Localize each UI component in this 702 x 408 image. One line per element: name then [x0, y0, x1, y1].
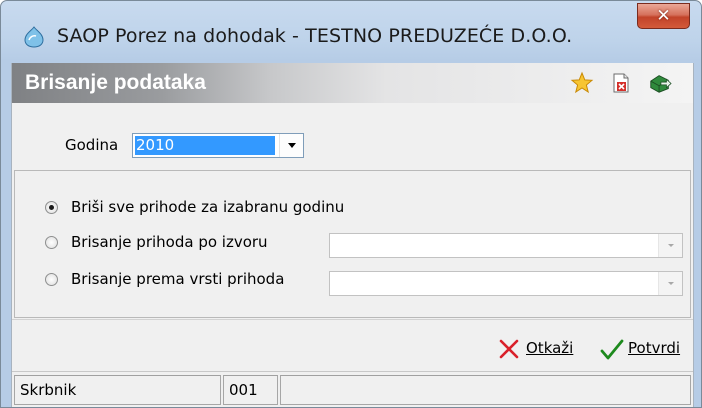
- dialog-window: SAOP Porez na dohodak - TESTNO PREDUZEĆE…: [0, 0, 702, 408]
- form-header: Brisanje podataka: [12, 63, 693, 103]
- status-code: 001: [229, 381, 258, 399]
- cancel-label: Otkaži: [526, 339, 574, 357]
- checkmark-icon: [600, 339, 624, 360]
- option-delete-all-label: Briši sve prihode za izabranu godinu: [71, 198, 345, 216]
- option-delete-by-source-label: Brisanje prihoda po izvoru: [71, 233, 268, 251]
- title-bar[interactable]: SAOP Porez na dohodak - TESTNO PREDUZEĆE…: [1, 1, 701, 63]
- chevron-down-icon: [668, 244, 674, 247]
- radio-delete-by-source[interactable]: [45, 236, 58, 249]
- year-dropdown-button[interactable]: [279, 134, 303, 157]
- cancel-button[interactable]: Otkaži: [498, 338, 582, 360]
- close-icon: ✕: [656, 6, 671, 26]
- dialog-client: Brisanje podataka Godina 2010 Briši sve …: [11, 63, 694, 407]
- status-code-panel: 001: [223, 375, 278, 405]
- close-button[interactable]: ✕: [637, 3, 690, 29]
- confirm-button[interactable]: Potvrdi: [600, 338, 692, 360]
- chevron-down-icon: [288, 143, 296, 148]
- year-select-value: 2010: [135, 136, 275, 155]
- radio-selected-dot: [49, 205, 54, 210]
- exit-icon[interactable]: [648, 71, 672, 95]
- status-extra-panel: [280, 375, 691, 405]
- radio-delete-all[interactable]: [45, 201, 58, 214]
- form-title: Brisanje podataka: [25, 71, 206, 94]
- source-select[interactable]: [329, 233, 683, 258]
- income-type-select[interactable]: [329, 271, 683, 296]
- confirm-label: Potvrdi: [628, 339, 681, 357]
- income-type-dropdown-button[interactable]: [658, 272, 682, 295]
- star-icon[interactable]: [570, 71, 594, 95]
- status-user: Skrbnik: [20, 381, 77, 399]
- divider: [12, 319, 693, 320]
- source-select-value: [332, 236, 333, 255]
- status-user-panel: Skrbnik: [14, 375, 221, 405]
- chevron-down-icon: [668, 282, 674, 285]
- year-select[interactable]: 2010: [132, 133, 304, 158]
- status-bar: Skrbnik 001: [12, 371, 693, 407]
- cancel-icon: [499, 339, 519, 359]
- source-dropdown-button[interactable]: [658, 234, 682, 257]
- option-delete-by-type-label: Brisanje prema vrsti prihoda: [71, 270, 285, 288]
- delete-document-icon[interactable]: [609, 71, 633, 95]
- radio-delete-by-type[interactable]: [45, 273, 58, 286]
- window-title: SAOP Porez na dohodak - TESTNO PREDUZEĆE…: [57, 25, 573, 47]
- income-type-select-value: [332, 274, 333, 293]
- app-icon: [24, 26, 44, 48]
- year-label: Godina: [65, 136, 119, 154]
